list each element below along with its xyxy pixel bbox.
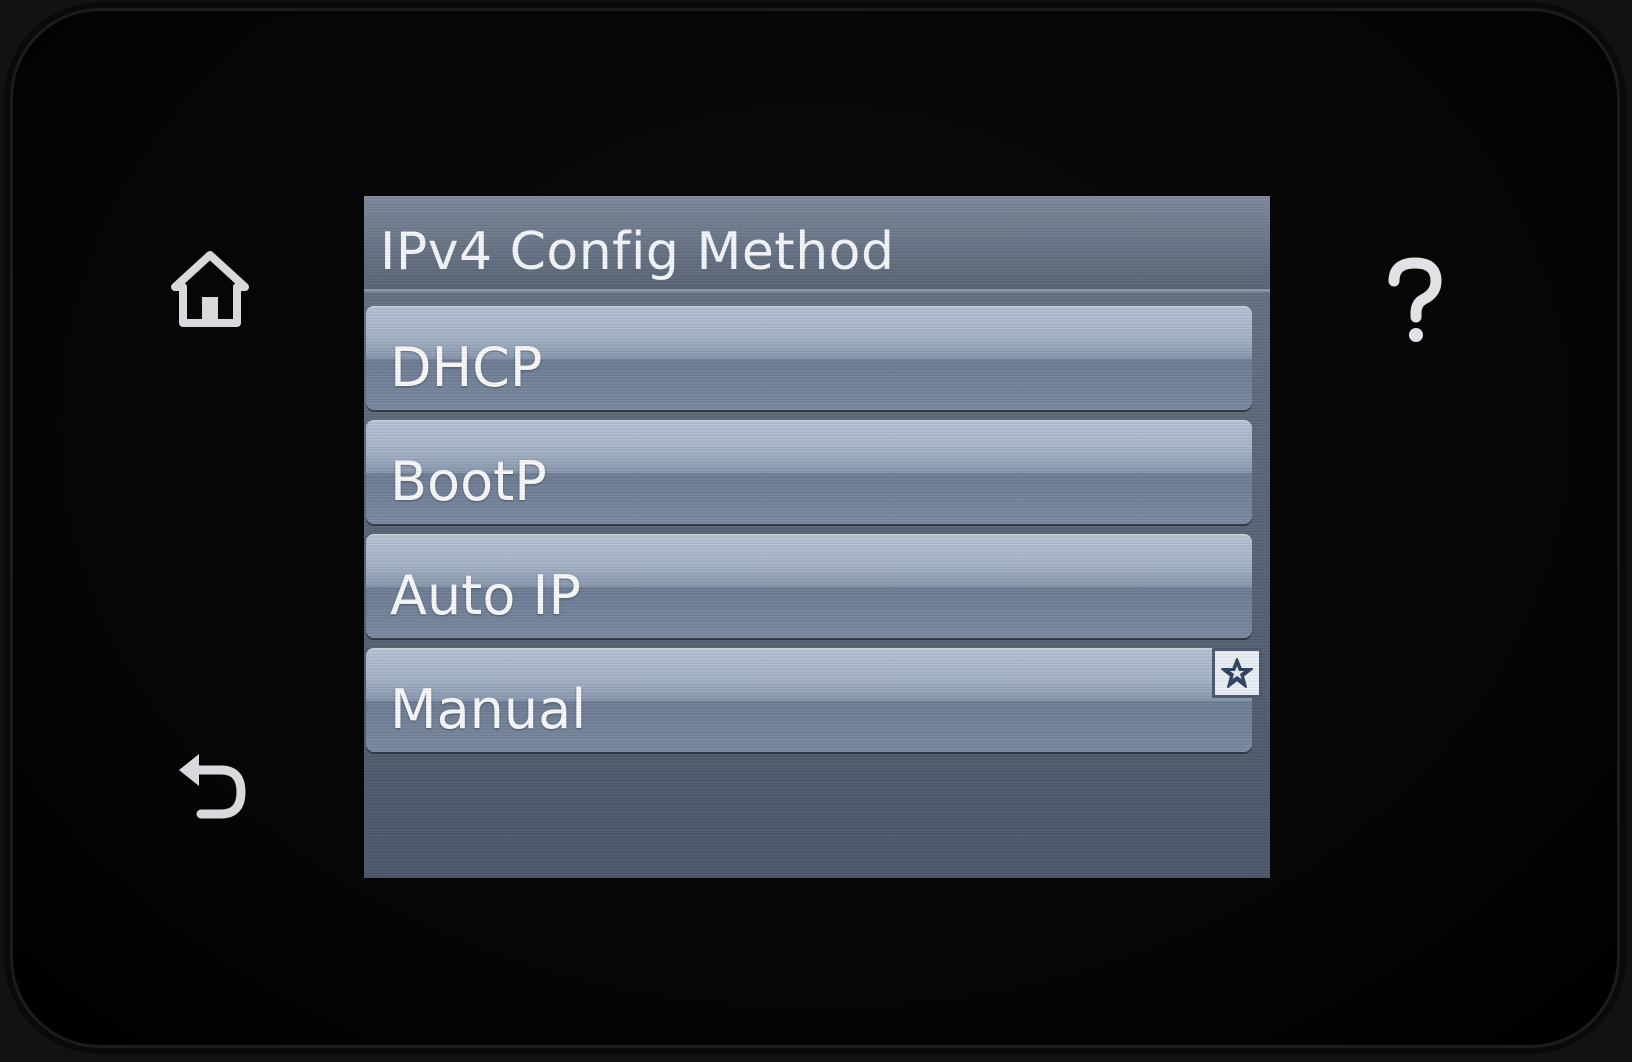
help-question-icon xyxy=(1388,257,1442,342)
menu-item-label: DHCP xyxy=(390,336,543,399)
menu-item-manual[interactable]: Manual xyxy=(366,648,1262,752)
config-method-list: DHCP BootP Auto IP Manual xyxy=(366,306,1262,762)
back-arrow-icon xyxy=(179,754,246,819)
home-icon xyxy=(171,251,249,327)
menu-item-dhcp[interactable]: DHCP xyxy=(366,306,1252,410)
page-title: IPv4 Config Method xyxy=(380,222,895,282)
menu-item-label: Manual xyxy=(390,678,587,741)
menu-item-label: Auto IP xyxy=(390,564,582,627)
menu-item-auto-ip[interactable]: Auto IP xyxy=(366,534,1252,638)
menu-item-label: BootP xyxy=(390,450,547,513)
help-button[interactable] xyxy=(1370,250,1460,350)
back-button[interactable] xyxy=(160,735,260,835)
home-button[interactable] xyxy=(160,240,260,340)
touch-screen: IPv4 Config Method DHCP BootP Auto IP Ma… xyxy=(364,196,1270,878)
star-icon xyxy=(1221,658,1253,688)
menu-item-bootp[interactable]: BootP xyxy=(366,420,1252,524)
selected-badge xyxy=(1212,648,1262,698)
title-bar: IPv4 Config Method xyxy=(364,196,1270,292)
